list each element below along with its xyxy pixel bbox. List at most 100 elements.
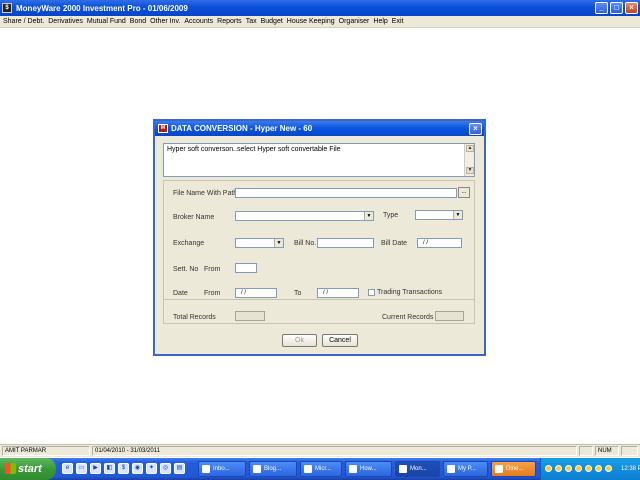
type-select[interactable]: ▼	[415, 210, 463, 220]
info-message-box: Hyper soft converson..select Hyper soft …	[163, 143, 475, 177]
task-how[interactable]: How...	[345, 461, 392, 477]
menu-reports[interactable]: Reports	[217, 18, 242, 25]
task-how-icon	[349, 465, 357, 473]
sett-no-from-input[interactable]	[235, 263, 257, 273]
ok-button[interactable]: Ok	[282, 334, 317, 347]
scroll-down-icon[interactable]: ▼	[466, 167, 474, 174]
taskbar-clock[interactable]: 12:38 PM	[621, 458, 640, 480]
tray-update-icon[interactable]	[595, 465, 602, 472]
date-from-input[interactable]: / /	[235, 288, 277, 298]
app-title: MoneyWare 2000 Investment Pro - 01/06/20…	[16, 3, 188, 13]
menu-budget[interactable]: Budget	[261, 18, 283, 25]
quick-launch-desktop-icon[interactable]: ▭	[76, 463, 87, 474]
scroll-up-icon[interactable]: ▲	[466, 145, 474, 152]
dialog-title: DATA CONVERSION - Hyper New - 60	[171, 124, 313, 133]
menu-share-debt[interactable]: Share / Debt.	[3, 18, 44, 25]
current-records-field	[435, 311, 464, 321]
dialog-titlebar[interactable]: M DATA CONVERSION - Hyper New - 60 ×	[155, 121, 484, 136]
tray-chevron-icon[interactable]	[545, 465, 552, 472]
date-to-input[interactable]: / /	[317, 288, 359, 298]
dialog-app-icon: M	[158, 124, 168, 133]
tray-misc-icon[interactable]	[605, 465, 612, 472]
task-my-p[interactable]: My P...	[443, 461, 488, 477]
quick-launch-browser-icon[interactable]: ◎	[160, 463, 171, 474]
chevron-down-icon[interactable]: ▼	[274, 239, 283, 247]
start-label: start	[18, 463, 42, 475]
browse-button[interactable]: ...	[458, 187, 470, 198]
form-panel	[163, 180, 475, 324]
close-button[interactable]: ×	[625, 2, 638, 14]
chevron-down-icon[interactable]: ▼	[364, 212, 373, 220]
exchange-label: Exchange	[173, 240, 205, 247]
trading-transactions-checkbox[interactable]	[368, 289, 375, 296]
quick-launch-tool-icon[interactable]: ▤	[174, 463, 185, 474]
status-period: 01/04/2010 - 31/03/2011	[92, 446, 577, 456]
status-empty-2	[621, 446, 638, 456]
info-message: Hyper soft converson..select Hyper soft …	[167, 146, 341, 153]
type-label: Type	[383, 212, 399, 219]
menu-organiser[interactable]: Organiser	[339, 18, 370, 25]
info-scrollbar[interactable]: ▲ ▼	[464, 144, 474, 176]
sett-no-label: Sett. No	[173, 266, 199, 273]
task-my-p-label: My P...	[458, 466, 476, 472]
bill-date-label: Bill Date	[381, 240, 408, 247]
task-moneyware[interactable]: Mon...	[395, 461, 440, 477]
tray-security-icon[interactable]	[585, 465, 592, 472]
bill-no-input[interactable]	[317, 238, 374, 248]
windows-logo-icon	[5, 463, 16, 474]
task-moneyware-label: Mon...	[410, 466, 427, 472]
app-icon: $	[2, 3, 12, 13]
date-from-label: From	[204, 290, 221, 297]
quick-launch-folder-icon[interactable]: ◧	[104, 463, 115, 474]
system-tray: 12:38 PM	[540, 458, 640, 480]
exchange-select[interactable]: ▼	[235, 238, 284, 248]
trading-transactions-label: Trading Transactions	[377, 289, 443, 296]
task-moneyware-icon	[399, 465, 407, 473]
start-button[interactable]: start	[0, 458, 56, 480]
menu-tax[interactable]: Tax	[246, 18, 257, 25]
file-name-label: File Name With Path	[173, 190, 238, 197]
quick-launch-app-icon[interactable]: $	[118, 463, 129, 474]
status-bar: AMIT PARMAR 01/04/2010 - 31/03/2011 NUM	[0, 444, 640, 457]
quick-launch-media-icon[interactable]: ▶	[90, 463, 101, 474]
date-label: Date	[173, 290, 188, 297]
menu-bond[interactable]: Bond	[130, 18, 146, 25]
bill-date-input[interactable]: / /	[417, 238, 462, 248]
menu-house-keeping[interactable]: House Keeping	[287, 18, 335, 25]
menu-accounts[interactable]: Accounts	[184, 18, 213, 25]
menu-help[interactable]: Help	[373, 18, 387, 25]
task-blog-label: Blog...	[264, 466, 282, 472]
tray-messenger-icon[interactable]	[555, 465, 562, 472]
quick-launch-firefox-icon[interactable]: ◉	[132, 463, 143, 474]
maximize-button[interactable]: □	[610, 2, 623, 14]
total-records-label: Total Records	[173, 314, 216, 321]
minimize-button[interactable]: _	[595, 2, 608, 14]
menu-derivatives[interactable]: Derivatives	[48, 18, 83, 25]
task-blog-icon	[253, 465, 261, 473]
file-name-input[interactable]	[235, 188, 457, 198]
data-conversion-dialog: M DATA CONVERSION - Hyper New - 60 × Hyp…	[153, 119, 486, 356]
quick-launch-ie-icon[interactable]: e	[62, 463, 73, 474]
total-records-field	[235, 311, 265, 321]
tray-volume-icon[interactable]	[575, 465, 582, 472]
task-how-label: How...	[360, 466, 377, 472]
chevron-down-icon[interactable]: ▼	[453, 211, 462, 219]
broker-name-select[interactable]: ▼	[235, 211, 374, 221]
task-dine-icon	[495, 465, 503, 473]
task-blog[interactable]: Blog...	[249, 461, 297, 477]
task-micr[interactable]: Micr...	[300, 461, 342, 477]
tray-network-icon[interactable]	[565, 465, 572, 472]
task-inbox[interactable]: Inbo...	[198, 461, 246, 477]
quick-launch-messenger-icon[interactable]: ✦	[146, 463, 157, 474]
bill-no-label: Bill No.	[294, 240, 317, 247]
menu-bar: Share / Debt. Derivatives Mutual Fund Bo…	[0, 16, 640, 28]
dialog-close-button[interactable]: ×	[469, 122, 482, 135]
menu-other-inv[interactable]: Other Inv.	[150, 18, 180, 25]
menu-exit[interactable]: Exit	[392, 18, 404, 25]
sett-no-from-label: From	[204, 266, 221, 273]
menu-mutual-fund[interactable]: Mutual Fund	[87, 18, 126, 25]
status-num: NUM	[595, 446, 619, 456]
cancel-button[interactable]: Cancel	[322, 334, 358, 347]
task-dine[interactable]: Dine...	[491, 461, 536, 477]
task-inbox-label: Inbo...	[213, 466, 230, 472]
